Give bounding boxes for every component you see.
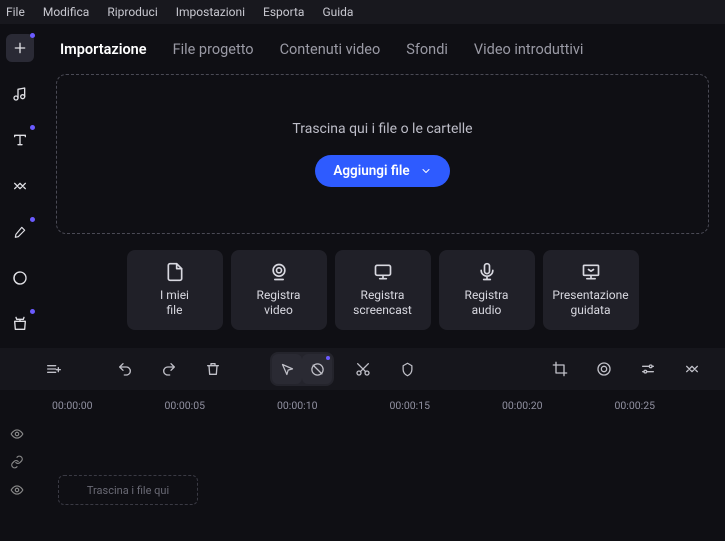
toolbar-crop[interactable] bbox=[545, 354, 575, 384]
toolbar-pointer[interactable] bbox=[272, 354, 302, 384]
card-label: Registra bbox=[257, 288, 301, 302]
dropzone-text: Trascina qui i file o le cartelle bbox=[292, 121, 472, 137]
sidebar-stickers[interactable] bbox=[6, 264, 34, 292]
toolbar-adjust[interactable] bbox=[633, 354, 663, 384]
card-label: I miei bbox=[160, 288, 189, 302]
track-row[interactable]: Trascina i file qui bbox=[6, 476, 725, 504]
notification-dot bbox=[326, 356, 330, 360]
toolbar-color[interactable] bbox=[589, 354, 619, 384]
menu-edit[interactable]: Modifica bbox=[43, 5, 89, 19]
menu-settings[interactable]: Impostazioni bbox=[176, 5, 245, 19]
import-tabs: Importazione File progetto Contenuti vid… bbox=[40, 24, 725, 74]
track-visibility-icon[interactable] bbox=[6, 483, 28, 497]
webcam-icon bbox=[269, 262, 289, 282]
tab-intros[interactable]: Video introduttivi bbox=[474, 41, 584, 58]
card-label: guidata bbox=[570, 303, 610, 317]
menu-export[interactable]: Esporta bbox=[263, 5, 304, 19]
toolbar-cut[interactable] bbox=[348, 354, 378, 384]
ruler-tick: 00:00:10 bbox=[277, 399, 318, 412]
card-label: Registra bbox=[361, 288, 405, 302]
card-label: Registra bbox=[465, 288, 509, 302]
card-label: Presentazione bbox=[552, 288, 628, 302]
toolbar-undo[interactable] bbox=[110, 354, 140, 384]
card-label: file bbox=[167, 303, 183, 317]
monitor-icon bbox=[373, 262, 393, 282]
ruler-tick: 00:00:25 bbox=[615, 399, 656, 412]
microphone-icon bbox=[477, 262, 497, 282]
presentation-icon bbox=[581, 262, 601, 282]
notification-dot bbox=[30, 33, 35, 38]
file-icon bbox=[165, 262, 185, 282]
timeline-tracks: Trascina i file qui bbox=[0, 420, 725, 504]
toolbar-sync[interactable] bbox=[677, 354, 707, 384]
ruler-tick: 00:00:05 bbox=[165, 399, 206, 412]
timeline-dropzone[interactable]: Trascina i file qui bbox=[58, 475, 198, 505]
menu-play[interactable]: Riproduci bbox=[107, 5, 157, 19]
card-label: video bbox=[264, 303, 293, 317]
content-area: Importazione File progetto Contenuti vid… bbox=[40, 24, 725, 504]
add-file-label: Aggiungi file bbox=[333, 163, 409, 179]
toolbar-add-track[interactable] bbox=[38, 354, 68, 384]
card-label: audio bbox=[472, 303, 502, 317]
card-record-screen[interactable]: Registrascreencast bbox=[335, 250, 431, 330]
ruler-tick: 00:00:20 bbox=[502, 399, 543, 412]
tab-backgrounds[interactable]: Sfondi bbox=[406, 41, 448, 58]
timeline-ruler[interactable]: 00:00:00 00:00:05 00:00:10 00:00:15 00:0… bbox=[0, 390, 725, 420]
toolbar-cursor-group bbox=[270, 352, 334, 386]
toolbar-redo[interactable] bbox=[154, 354, 184, 384]
sidebar-export[interactable] bbox=[6, 310, 34, 338]
notification-dot bbox=[30, 125, 35, 130]
chevron-down-icon bbox=[420, 165, 432, 177]
quick-actions: I mieifile Registravideo Registrascreenc… bbox=[40, 234, 725, 348]
notification-dot bbox=[30, 309, 35, 314]
card-slideshow[interactable]: Presentazioneguidata bbox=[543, 250, 639, 330]
menu-file[interactable]: File bbox=[6, 5, 25, 19]
tab-project-files[interactable]: File progetto bbox=[173, 41, 254, 58]
track-visibility-icon[interactable] bbox=[6, 427, 28, 441]
toolbar-delete[interactable] bbox=[198, 354, 228, 384]
notification-dot bbox=[30, 217, 35, 222]
sidebar-transitions[interactable] bbox=[6, 172, 34, 200]
timeline-toolbar bbox=[0, 348, 725, 390]
sidebar-add[interactable] bbox=[6, 34, 34, 62]
track-link-icon[interactable] bbox=[6, 455, 28, 469]
card-record-video[interactable]: Registravideo bbox=[231, 250, 327, 330]
menu-help[interactable]: Guida bbox=[322, 5, 353, 19]
toolbar-disable[interactable] bbox=[302, 354, 332, 384]
tab-video-content[interactable]: Contenuti video bbox=[280, 41, 381, 58]
file-dropzone[interactable]: Trascina qui i file o le cartelle Aggiun… bbox=[56, 74, 709, 234]
card-my-files[interactable]: I mieifile bbox=[127, 250, 223, 330]
add-file-button[interactable]: Aggiungi file bbox=[315, 155, 449, 187]
toolbar-marker[interactable] bbox=[392, 354, 422, 384]
menubar: File Modifica Riproduci Impostazioni Esp… bbox=[0, 0, 725, 24]
card-record-audio[interactable]: Registraaudio bbox=[439, 250, 535, 330]
tab-import[interactable]: Importazione bbox=[60, 41, 147, 58]
track-row[interactable] bbox=[6, 448, 725, 476]
ruler-tick: 00:00:15 bbox=[390, 399, 431, 412]
sidebar-effects[interactable] bbox=[6, 218, 34, 246]
card-label: screencast bbox=[353, 303, 412, 317]
track-row[interactable] bbox=[6, 420, 725, 448]
sidebar-audio[interactable] bbox=[6, 80, 34, 108]
ruler-tick: 00:00:00 bbox=[52, 399, 93, 412]
sidebar-text[interactable] bbox=[6, 126, 34, 154]
